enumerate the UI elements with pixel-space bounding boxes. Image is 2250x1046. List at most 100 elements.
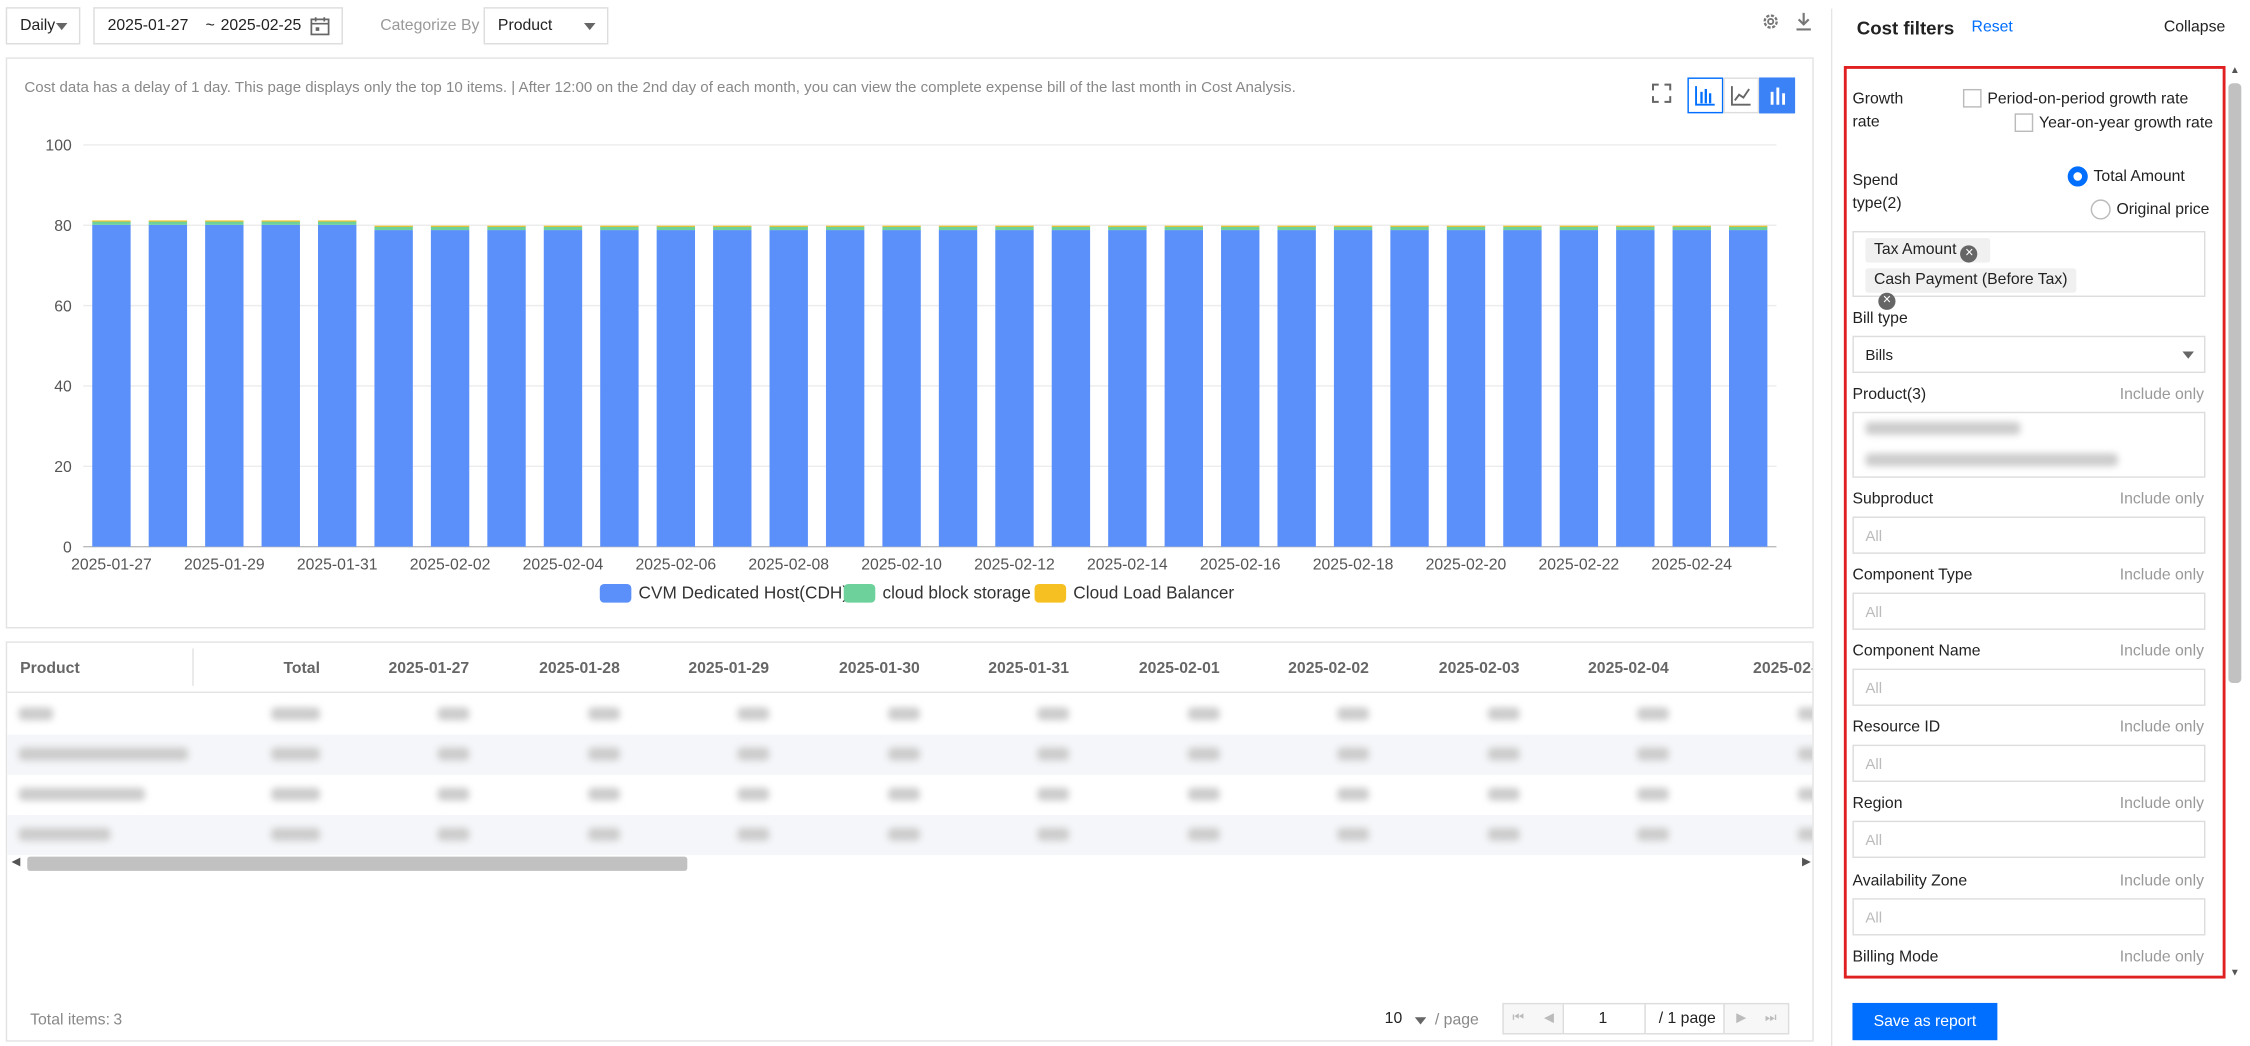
bar-segment-cdh[interactable] xyxy=(1333,230,1373,547)
first-page-icon[interactable]: ⏮ xyxy=(1512,1010,1524,1026)
column-header[interactable]: 2025-01-31 xyxy=(988,660,1069,677)
bar-segment-cdh[interactable] xyxy=(1221,230,1260,547)
bar-segment-cbs[interactable] xyxy=(713,226,752,231)
bar-segment-cdh[interactable] xyxy=(92,224,131,547)
bar-segment-cbs[interactable] xyxy=(543,226,583,231)
bar-segment-clb[interactable] xyxy=(543,225,583,227)
bar-segment-clb[interactable] xyxy=(318,220,357,222)
bar-segment-cbs[interactable] xyxy=(825,226,865,231)
bar-segment-clb[interactable] xyxy=(1559,225,1599,227)
bar-segment-cdh[interactable] xyxy=(1446,230,1486,547)
bar-segment-clb[interactable] xyxy=(1277,225,1316,227)
column-header[interactable]: 2025-02-02 xyxy=(1288,660,1369,677)
bar-segment-clb[interactable] xyxy=(1728,225,1768,227)
bar-segment-clb[interactable] xyxy=(656,225,696,227)
bar-segment-cbs[interactable] xyxy=(1672,226,1711,231)
bar-segment-cdh[interactable] xyxy=(656,230,696,547)
bar-segment-cdh[interactable] xyxy=(1616,230,1655,547)
remove-tag-icon[interactable]: × xyxy=(1960,245,1978,263)
original-price-radio[interactable] xyxy=(2090,199,2111,220)
bar-segment-cbs[interactable] xyxy=(1503,226,1542,231)
last-page-icon[interactable]: ⏭ xyxy=(1765,1010,1777,1026)
bar-segment-cbs[interactable] xyxy=(938,226,978,231)
bar-segment-cbs[interactable] xyxy=(1616,226,1655,231)
bar-segment-clb[interactable] xyxy=(769,225,808,227)
settings-gear-icon[interactable] xyxy=(1761,11,1781,31)
bar-segment-cbs[interactable] xyxy=(1221,226,1260,231)
bar-segment-clb[interactable] xyxy=(205,220,244,222)
scroll-up-icon[interactable]: ▲ xyxy=(2230,66,2240,76)
download-icon[interactable] xyxy=(1794,11,1814,31)
scrollbar-thumb[interactable] xyxy=(27,856,688,871)
bar-segment-cdh[interactable] xyxy=(318,224,357,547)
table-row[interactable] xyxy=(7,694,1813,734)
scroll-down-icon[interactable]: ▼ xyxy=(2230,968,2240,978)
bar-segment-cdh[interactable] xyxy=(1559,230,1599,547)
bar-segment-cbs[interactable] xyxy=(1051,226,1091,231)
legend-item-clb[interactable]: Cloud Load Balancer xyxy=(1034,583,1234,603)
period-growth-checkbox[interactable] xyxy=(1962,88,1982,108)
spend-type-tag-input[interactable]: Tax Amount × Cash Payment (Before Tax)× xyxy=(1852,231,2206,310)
subproduct-input[interactable]: All xyxy=(1852,516,2206,554)
table-row[interactable] xyxy=(7,775,1813,815)
component-type-include-only[interactable]: Include only xyxy=(2120,567,2204,584)
legend-item-cdh[interactable]: CVM Dedicated Host(CDH) xyxy=(599,583,848,603)
bar-segment-cbs[interactable] xyxy=(1446,226,1486,231)
column-header[interactable]: 2025-02-05 xyxy=(1753,660,1812,677)
total-amount-radio[interactable] xyxy=(2067,166,2088,187)
bar-segment-clb[interactable] xyxy=(430,225,470,227)
bar-segment-cbs[interactable] xyxy=(92,221,131,225)
bar-segment-cdh[interactable] xyxy=(205,224,244,547)
bar-segment-cbs[interactable] xyxy=(600,226,639,231)
bar-segment-cdh[interactable] xyxy=(543,230,583,547)
bar-segment-cdh[interactable] xyxy=(261,224,300,547)
column-header[interactable]: 2025-02-04 xyxy=(1588,660,1669,677)
component-type-input[interactable]: All xyxy=(1852,592,2206,630)
bar-segment-clb[interactable] xyxy=(1051,225,1091,227)
column-header[interactable]: 2025-01-27 xyxy=(388,660,469,677)
column-header[interactable]: 2025-01-28 xyxy=(539,660,620,677)
product-include-only[interactable]: Include only xyxy=(2120,386,2204,403)
horizontal-scrollbar[interactable]: ◀ ▶ xyxy=(7,854,1812,873)
bar-segment-cdh[interactable] xyxy=(1051,230,1091,547)
bar-segment-cdh[interactable] xyxy=(769,230,808,547)
bar-segment-cdh[interactable] xyxy=(148,224,188,547)
legend-item-cbs[interactable]: cloud block storage xyxy=(843,583,1031,603)
column-header[interactable]: 2025-01-29 xyxy=(688,660,769,677)
prev-page-icon[interactable]: ◀ xyxy=(1544,1010,1554,1026)
bar-segment-clb[interactable] xyxy=(148,220,188,222)
bar-segment-cbs[interactable] xyxy=(374,226,413,231)
bar-segment-cbs[interactable] xyxy=(430,226,470,231)
table-row[interactable] xyxy=(7,814,1813,856)
bar-segment-clb[interactable] xyxy=(825,225,865,227)
bar-segment-cbs[interactable] xyxy=(1108,226,1147,231)
granularity-select[interactable]: Daily xyxy=(5,7,81,45)
bar-segment-cdh[interactable] xyxy=(1672,230,1711,547)
bar-segment-clb[interactable] xyxy=(92,220,131,222)
scroll-right-icon[interactable]: ▶ xyxy=(1802,855,1811,868)
bar-segment-cdh[interactable] xyxy=(1390,230,1429,547)
collapse-button[interactable]: Collapse xyxy=(2164,19,2225,36)
bar-segment-cbs[interactable] xyxy=(318,221,357,225)
bar-segment-cbs[interactable] xyxy=(1333,226,1373,231)
bar-segment-cbs[interactable] xyxy=(1277,226,1316,231)
page-size-select[interactable]: 10 xyxy=(1385,1010,1431,1033)
bill-type-select[interactable]: Bills xyxy=(1852,335,2206,374)
bar-segment-cdh[interactable] xyxy=(1503,230,1542,547)
bar-segment-clb[interactable] xyxy=(1333,225,1373,227)
region-input[interactable]: All xyxy=(1852,820,2206,859)
bar-segment-clb[interactable] xyxy=(374,225,413,227)
region-include-only[interactable]: Include only xyxy=(2120,795,2204,812)
next-page-icon[interactable]: ▶ xyxy=(1736,1010,1746,1026)
bar-segment-cbs[interactable] xyxy=(148,221,188,225)
bar-segment-cdh[interactable] xyxy=(713,230,752,547)
table-row[interactable] xyxy=(7,734,1813,775)
bar-segment-clb[interactable] xyxy=(487,225,526,227)
bar-segment-clb[interactable] xyxy=(938,225,978,227)
scroll-left-icon[interactable]: ◀ xyxy=(11,855,20,868)
bar-segment-clb[interactable] xyxy=(995,225,1034,227)
bar-segment-clb[interactable] xyxy=(1503,225,1542,227)
bar-segment-cbs[interactable] xyxy=(995,226,1034,231)
product-tag-input[interactable] xyxy=(1852,411,2206,478)
year-growth-checkbox[interactable] xyxy=(2014,113,2034,133)
